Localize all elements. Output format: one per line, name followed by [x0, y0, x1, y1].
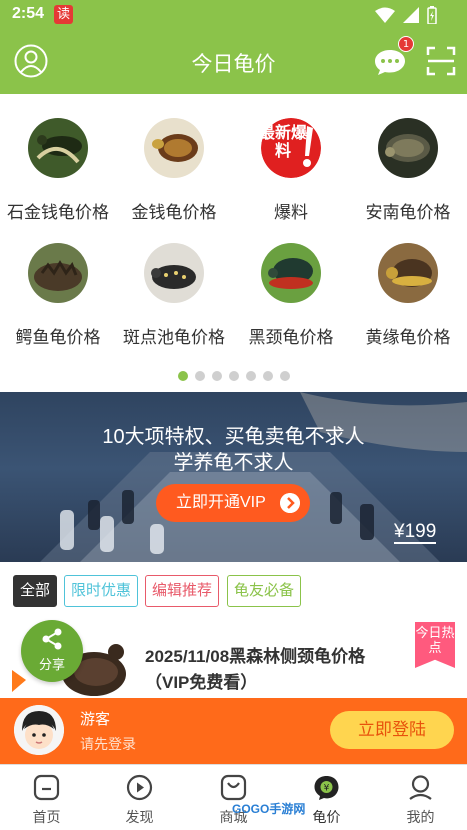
open-vip-button[interactable]: 立即开通VIP — [156, 484, 310, 522]
turtle-price-icon: ¥ — [314, 776, 339, 800]
category-label: 斑点池龟价格 — [123, 328, 225, 347]
profile-icon — [409, 775, 432, 800]
hot-tag: 今日热点 — [415, 622, 455, 668]
share-button[interactable]: 分享 — [21, 620, 83, 682]
category-item[interactable]: 鳄鱼龟价格 — [0, 219, 116, 347]
home-icon — [33, 774, 60, 801]
top-app-bar: 今日龟价 1 — [0, 30, 467, 94]
turtle-photo-icon — [144, 243, 204, 303]
app-notification-badge: 读 — [54, 5, 73, 24]
message-icon[interactable] — [374, 48, 406, 76]
page-dot[interactable] — [262, 371, 273, 381]
category-item[interactable]: 斑点池龟价格 — [116, 219, 232, 347]
banner-subheadline: 学养龟不求人 — [173, 452, 294, 474]
site-watermark: GOGO手游网 — [232, 802, 306, 816]
vip-banner[interactable]: 10大项特权、买龟卖龟不求人 学养龟不求人 立即开通VIP ¥199 — [0, 392, 467, 562]
message-count-badge: 1 — [398, 36, 414, 52]
turtle-photo-icon — [144, 118, 204, 178]
tab-label: 我的 — [406, 809, 435, 825]
turtle-photo-icon — [28, 243, 88, 303]
turtle-photo-icon — [378, 118, 438, 178]
system-icons — [375, 6, 437, 24]
guest-name: 游客 — [80, 711, 111, 728]
battery-icon — [427, 6, 437, 24]
tab-label: 首页 — [32, 809, 61, 825]
tab-label: 发现 — [125, 809, 154, 825]
vip-price: ¥199 — [394, 521, 437, 544]
turtle-photo-icon — [28, 118, 88, 178]
status-bar: 2:54 读 — [0, 0, 467, 30]
app-screen: 2:54 读 今日龟价 1 石金钱龟价格 金钱龟价格 最新爆料 爆料 安南龟价格… — [0, 0, 467, 830]
category-grid: 石金钱龟价格 金钱龟价格 最新爆料 爆料 安南龟价格 鳄鱼龟价格 斑点池龟价格 … — [0, 94, 467, 392]
filter-chip-editor-pick[interactable]: 编辑推荐 — [145, 575, 220, 607]
category-item[interactable]: 金钱龟价格 — [116, 94, 232, 222]
wifi-icon — [375, 7, 395, 23]
page-dot[interactable] — [279, 371, 290, 381]
turtle-photo-icon — [378, 243, 438, 303]
chevron-right-icon — [280, 493, 300, 513]
category-item[interactable]: 黑颈龟价格 — [233, 219, 349, 347]
category-item[interactable]: 石金钱龟价格 — [0, 94, 116, 222]
page-dot[interactable] — [194, 371, 205, 381]
guest-avatar — [14, 705, 64, 755]
open-vip-label: 立即开通VIP — [176, 494, 266, 511]
category-item[interactable]: 黄缘龟价格 — [350, 219, 466, 347]
category-item[interactable]: 最新爆料 爆料 — [233, 94, 349, 222]
shop-bag-icon — [220, 774, 247, 801]
status-time: 2:54 — [12, 5, 45, 22]
signal-icon — [403, 7, 419, 23]
filter-chip-limited-offer[interactable]: 限时优惠 — [64, 575, 139, 607]
login-button[interactable]: 立即登陆 — [330, 711, 454, 749]
scan-icon[interactable] — [426, 46, 456, 76]
share-label: 分享 — [38, 658, 65, 673]
tab-profile[interactable]: 我的 — [374, 765, 467, 830]
page-dot[interactable] — [211, 371, 222, 381]
tab-discover[interactable]: 发现 — [93, 765, 186, 830]
svg-text:¥: ¥ — [324, 784, 330, 794]
article-title: 2025/11/08黑森林侧颈龟价格（VIP免费看） — [145, 647, 366, 692]
category-item[interactable]: 安南龟价格 — [350, 94, 466, 222]
play-icon — [126, 774, 153, 801]
filter-chip-must-have[interactable]: 龟友必备 — [227, 575, 302, 607]
page-dot[interactable] — [228, 371, 239, 381]
page-indicator — [0, 371, 467, 381]
page-dot[interactable] — [245, 371, 256, 381]
login-prompt-bar: 游客 请先登录 立即登陆 — [0, 698, 467, 764]
tab-home[interactable]: 首页 — [0, 765, 93, 830]
page-dot[interactable] — [177, 371, 188, 381]
turtle-photo-icon — [261, 243, 321, 303]
filter-chip-row: 全部 限时优惠 编辑推荐 龟友必备 — [0, 562, 467, 622]
share-icon — [42, 628, 62, 650]
breaking-news-text: 最新爆料 — [259, 123, 308, 160]
login-hint: 请先登录 — [80, 736, 136, 752]
category-label: 黄缘龟价格 — [365, 328, 451, 347]
category-label: 鳄鱼龟价格 — [15, 328, 101, 347]
banner-headline: 10大项特权、买龟卖龟不求人 — [102, 426, 365, 448]
filter-chip-all[interactable]: 全部 — [13, 575, 58, 607]
category-label: 黑颈龟价格 — [248, 328, 334, 347]
